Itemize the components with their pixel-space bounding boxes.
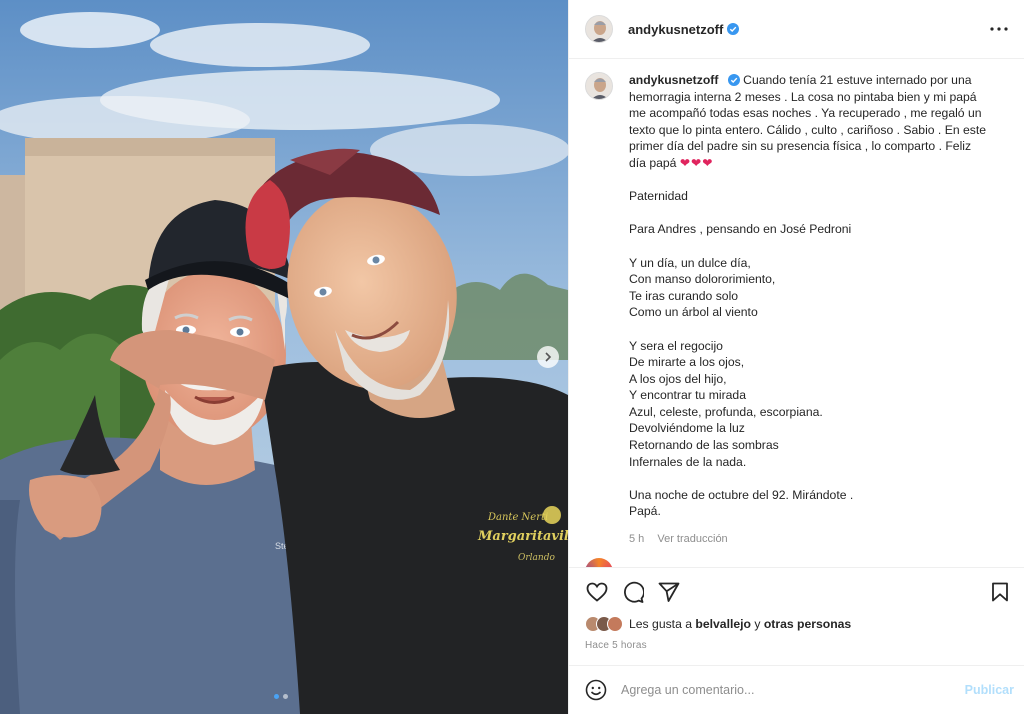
- action-bar: [569, 567, 1024, 615]
- liker-avatar: [607, 616, 623, 632]
- author-avatar[interactable]: [585, 15, 613, 43]
- chevron-right-icon: [545, 352, 552, 362]
- shirt-print-line1: Dante Nerti: [487, 512, 548, 523]
- caption: andykusnetzoff Cuando tenía 21 estuve in…: [585, 72, 1008, 548]
- avatar-image: [586, 73, 612, 99]
- post-photo[interactable]: Ste Dante Nerti Margaritaville Orlando: [0, 0, 568, 714]
- heart-emoji-icon: ❤❤❤: [679, 155, 714, 170]
- caption-text: andykusnetzoff Cuando tenía 21 estuve in…: [629, 72, 989, 548]
- save-button[interactable]: [988, 580, 1012, 604]
- next-comment-avatar[interactable]: [585, 558, 613, 567]
- avatar-image: [586, 16, 612, 42]
- emoji-icon: [585, 679, 607, 701]
- add-comment-bar: Publicar: [569, 665, 1024, 714]
- comment-button[interactable]: [621, 580, 645, 604]
- carousel-dot-2: [283, 694, 288, 699]
- post-header: andykusnetzoff: [569, 0, 1024, 59]
- poem-title: Paternidad: [629, 189, 688, 204]
- shirt-print-line2: Margaritaville: [477, 529, 568, 544]
- shirt-print-line3: Orlando: [518, 553, 555, 563]
- comments-section[interactable]: andykusnetzoff Cuando tenía 21 estuve in…: [569, 59, 1024, 567]
- share-button[interactable]: [657, 580, 681, 604]
- poem-stanza-2: Y sera el regocijo De mirarte a los ojos…: [629, 338, 823, 469]
- poem-closing: Una noche de octubre del 92. Mirándote .…: [629, 487, 854, 519]
- verified-badge-icon: [727, 23, 740, 35]
- more-options-icon: [990, 27, 1008, 31]
- likes-connector: y: [754, 617, 761, 631]
- carousel-dot-1: [274, 694, 279, 699]
- post-timestamp[interactable]: Hace 5 horas: [585, 640, 647, 651]
- carousel-dots: [274, 694, 288, 699]
- verified-badge-icon: [727, 74, 740, 86]
- photo-image: Ste Dante Nerti Margaritaville Orlando: [0, 0, 568, 714]
- comment-icon: [624, 581, 644, 603]
- carousel-next-button[interactable]: [537, 346, 559, 368]
- comment-input[interactable]: [621, 683, 965, 697]
- likes-others[interactable]: otras personas: [764, 617, 851, 631]
- bookmark-icon: [992, 582, 1008, 601]
- poem-dedication: Para Andres , pensando en José Pedroni: [629, 222, 852, 237]
- send-icon: [658, 582, 680, 602]
- liker-avatars[interactable]: [585, 616, 623, 632]
- likes-summary: Les gusta a belvallejo y otras personas: [585, 616, 851, 632]
- publish-button[interactable]: Publicar: [965, 683, 1014, 697]
- likes-prefix: Les gusta a: [629, 617, 693, 631]
- caption-author-avatar[interactable]: [585, 72, 613, 100]
- author-username[interactable]: andykusnetzoff: [628, 22, 723, 37]
- poem-stanza-1: Y un día, un dulce día, Con manso doloro…: [629, 255, 776, 320]
- post-sidebar: andykusnetzoff andykusnetzoff Cuando ten…: [568, 0, 1024, 714]
- like-button[interactable]: [585, 580, 609, 604]
- caption-time[interactable]: 5 h: [629, 533, 644, 545]
- heart-icon: [586, 582, 608, 602]
- see-translation-button[interactable]: Ver traducción: [657, 533, 727, 545]
- likes-user[interactable]: belvallejo: [695, 617, 751, 631]
- caption-username[interactable]: andykusnetzoff: [629, 73, 718, 87]
- caption-meta: 5 h Ver traducción: [629, 531, 989, 548]
- more-options-button[interactable]: [988, 18, 1010, 40]
- emoji-button[interactable]: [585, 679, 607, 701]
